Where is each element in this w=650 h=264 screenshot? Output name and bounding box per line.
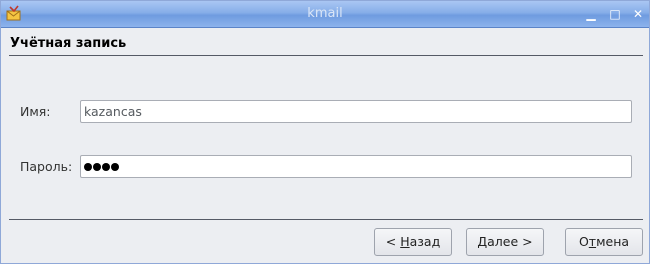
name-input[interactable]: kazancas: [80, 100, 632, 123]
header-divider: [9, 55, 643, 56]
next-button-label: алее >: [487, 234, 533, 249]
password-mask-dot: [84, 163, 92, 171]
password-mask-dot: [102, 163, 110, 171]
back-button-prefix: <: [385, 234, 401, 249]
password-mask-dot: [111, 163, 119, 171]
next-button-mnemonic: Д: [477, 234, 488, 249]
cancel-button-label: мена: [596, 234, 630, 249]
name-input-value: kazancas: [84, 104, 142, 119]
next-button[interactable]: Далее >: [466, 228, 544, 256]
close-icon[interactable]: ✕: [631, 7, 645, 21]
back-button-mnemonic: Н: [400, 234, 410, 249]
window-title: kmail: [307, 6, 343, 21]
password-label: Пароль:: [20, 159, 73, 174]
minimize-icon[interactable]: ▁: [584, 7, 598, 21]
password-mask-dot: [93, 163, 101, 171]
back-button-label: азад: [409, 234, 441, 249]
cancel-button-mnemonic: т: [588, 234, 597, 249]
cancel-button[interactable]: Отмена: [565, 228, 643, 256]
window-titlebar[interactable]: kmail ▁ □ ✕: [1, 1, 649, 28]
maximize-icon[interactable]: □: [608, 7, 622, 21]
password-input[interactable]: [80, 155, 632, 178]
cancel-button-prefix: О: [578, 234, 589, 249]
page-title: Учётная запись: [10, 36, 127, 51]
password-mask: [84, 159, 631, 171]
footer-divider: [9, 219, 643, 220]
kmail-wizard-window: kmail ▁ □ ✕ Учётная запись Имя: kazancas…: [0, 0, 650, 264]
back-button[interactable]: < Назад: [374, 228, 452, 256]
name-label: Имя:: [20, 104, 51, 119]
